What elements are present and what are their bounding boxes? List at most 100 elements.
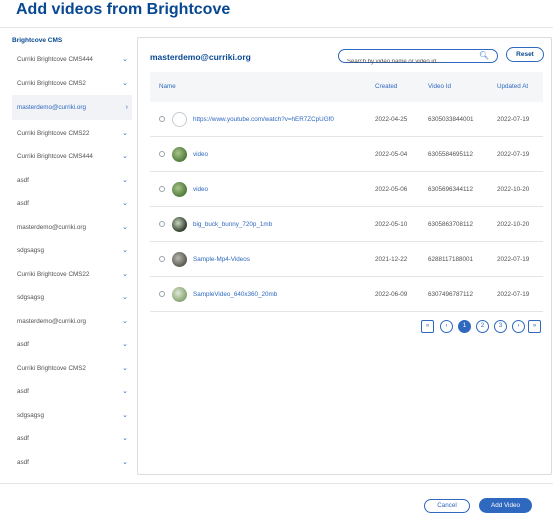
- sidebar-item-label: asdf: [17, 458, 29, 466]
- video-id: 6307496787112: [428, 291, 474, 298]
- sidebar-item-label: Curriki Brightcove CMS444: [17, 153, 93, 160]
- column-header-video-id[interactable]: Video Id: [428, 72, 451, 102]
- video-name[interactable]: video: [193, 172, 363, 207]
- video-name[interactable]: big_buck_bunny_720p_1mb: [193, 207, 363, 242]
- next-page-button[interactable]: ›: [512, 320, 525, 333]
- prev-page-button[interactable]: ‹: [440, 320, 453, 333]
- created-date: 2022-05-04: [375, 151, 408, 158]
- modal-title: Add videos from Brightcove: [16, 1, 231, 18]
- add-video-button[interactable]: Add Video: [479, 498, 532, 513]
- select-radio[interactable]: [159, 256, 165, 262]
- sidebar-item-label: asdf: [17, 176, 29, 184]
- sidebar-item[interactable]: Curriki Brightcove CMS2 ⌄: [12, 357, 132, 381]
- chevron-down-icon: ⌄: [122, 294, 128, 301]
- table-row[interactable]: Sample-Mp4-Videos 2021-12-22 6288117188001…: [150, 242, 543, 277]
- chevron-down-icon: ⌄: [122, 247, 128, 254]
- chevron-down-icon: ⌄: [122, 176, 128, 184]
- sidebar-item[interactable]: asdf ⌄: [12, 380, 132, 404]
- chevron-down-icon: ⌄: [122, 458, 128, 466]
- sidebar-item-label: sdgsagsg: [17, 247, 44, 254]
- videos-table: Name Created Video Id Updated At https:/…: [150, 72, 543, 312]
- chevron-down-icon: ⌄: [122, 153, 128, 160]
- search-box: 🔍︎: [338, 49, 498, 68]
- sidebar-item[interactable]: masterdemo@curriki.org ›: [12, 95, 132, 120]
- search-input[interactable]: [339, 56, 469, 68]
- chevron-down-icon: ⌄: [122, 317, 128, 325]
- sidebar-item[interactable]: sdgsagsg ⌄: [12, 404, 132, 428]
- column-header-updated-at[interactable]: Updated At: [497, 72, 528, 102]
- updated-date: 2022-10-20: [497, 221, 530, 228]
- video-thumbnail: [172, 182, 187, 197]
- column-header-created[interactable]: Created: [375, 72, 397, 102]
- title-divider: [0, 27, 553, 28]
- video-thumbnail: [172, 287, 187, 302]
- select-radio[interactable]: [159, 186, 165, 192]
- last-page-button[interactable]: »: [528, 320, 541, 333]
- created-date: 2022-05-10: [375, 221, 408, 228]
- sidebar-item[interactable]: asdf ⌄: [12, 427, 132, 451]
- table-row[interactable]: video 2022-05-04 6305584695112 2022-07-19: [150, 137, 543, 172]
- video-thumbnail: [172, 112, 187, 127]
- footer-divider: [0, 483, 553, 484]
- sidebar-item[interactable]: Curriki Brightcove CMS444 ⌄: [12, 48, 132, 72]
- sidebar-item-label: sdgsagsg: [17, 294, 44, 301]
- select-radio[interactable]: [159, 116, 165, 122]
- sidebar-item-label: Curriki Brightcove CMS2: [17, 79, 86, 87]
- search-icon[interactable]: 🔍︎: [479, 50, 489, 62]
- sidebar-item-label: masterdemo@curriki.org: [17, 223, 87, 231]
- first-page-button[interactable]: «: [421, 320, 434, 333]
- sidebar-item-label: asdf: [17, 388, 29, 395]
- updated-date: 2022-10-20: [497, 186, 530, 193]
- table-row[interactable]: video 2022-05-06 6305696344112 2022-10-20: [150, 172, 543, 207]
- video-name[interactable]: video: [193, 137, 363, 172]
- sidebar-item[interactable]: Curriki Brightcove CMS2 ⌄: [12, 72, 132, 96]
- video-id: 6305584695112: [428, 151, 474, 158]
- sidebar-item-label: sdgsagsg: [17, 411, 44, 419]
- chevron-down-icon: ⌄: [122, 411, 128, 419]
- table-row[interactable]: big_buck_bunny_720p_1mb 2022-05-10 6305863…: [150, 207, 543, 242]
- select-radio[interactable]: [159, 221, 165, 227]
- sidebar-item[interactable]: asdf ⌄: [12, 169, 132, 193]
- sidebar-item[interactable]: Curriki Brightcove CMS22 ⌄: [12, 122, 132, 146]
- sidebar-item-label: Curriki Brightcove CMS22: [17, 270, 90, 278]
- cancel-button[interactable]: Cancel: [424, 499, 470, 513]
- sidebar-item[interactable]: asdf ⌄: [12, 333, 132, 357]
- video-id: 6305863708112: [428, 221, 474, 228]
- video-name[interactable]: Sample-Mp4-Videos: [193, 242, 363, 277]
- table-row[interactable]: SampleVideo_640x360_20mb 2022-06-09 630749…: [150, 277, 543, 312]
- page-1-button[interactable]: 1: [458, 320, 471, 333]
- panel-title: masterdemo@curriki.org: [150, 52, 251, 62]
- video-name[interactable]: https://www.youtube.com/watch?v=hER7ZCpU…: [193, 102, 363, 137]
- sidebar-item[interactable]: sdgsagsg ⌄: [12, 239, 132, 263]
- chevron-down-icon: ⌄: [122, 200, 128, 207]
- sidebar-item-label: masterdemo@curriki.org: [17, 317, 87, 325]
- sidebar-item[interactable]: Curriki Brightcove CMS22 ⌄: [12, 263, 132, 287]
- sidebar-item[interactable]: asdf ⌄: [12, 451, 132, 475]
- table-row[interactable]: https://www.youtube.com/watch?v=hER7ZCpU…: [150, 102, 543, 137]
- column-header-name[interactable]: Name: [159, 72, 176, 102]
- sidebar-item[interactable]: masterdemo@curriki.org ⌄: [12, 216, 132, 240]
- sidebar-item[interactable]: asdf ⌄: [12, 192, 132, 216]
- video-name[interactable]: SampleVideo_640x360_20mb: [193, 277, 363, 312]
- updated-date: 2022-07-19: [497, 116, 530, 123]
- chevron-down-icon: ⌄: [122, 79, 128, 87]
- sidebar-item[interactable]: masterdemo@curriki.org ⌄: [12, 310, 132, 334]
- select-radio[interactable]: [159, 291, 165, 297]
- updated-date: 2022-07-19: [497, 151, 530, 158]
- chevron-down-icon: ⌄: [122, 223, 128, 231]
- sidebar-heading: Brightcove CMS: [12, 37, 63, 44]
- select-radio[interactable]: [159, 151, 165, 157]
- video-thumbnail: [172, 147, 187, 162]
- sidebar-item-label: masterdemo@curriki.org: [17, 104, 87, 111]
- sidebar-item-label: asdf: [17, 341, 29, 348]
- sidebar-item[interactable]: Curriki Brightcove CMS444 ⌄: [12, 145, 132, 169]
- sidebar-item-label: Curriki Brightcove CMS22: [17, 129, 90, 137]
- chevron-down-icon: ⌄: [122, 270, 128, 278]
- page-3-button[interactable]: 3: [494, 320, 507, 333]
- page-2-button[interactable]: 2: [476, 320, 489, 333]
- reset-button[interactable]: Reset: [506, 47, 544, 62]
- sidebar-item[interactable]: sdgsagsg ⌄: [12, 286, 132, 310]
- table-header: Name Created Video Id Updated At: [150, 72, 543, 102]
- updated-date: 2022-07-19: [497, 256, 530, 263]
- video-thumbnail: [172, 252, 187, 267]
